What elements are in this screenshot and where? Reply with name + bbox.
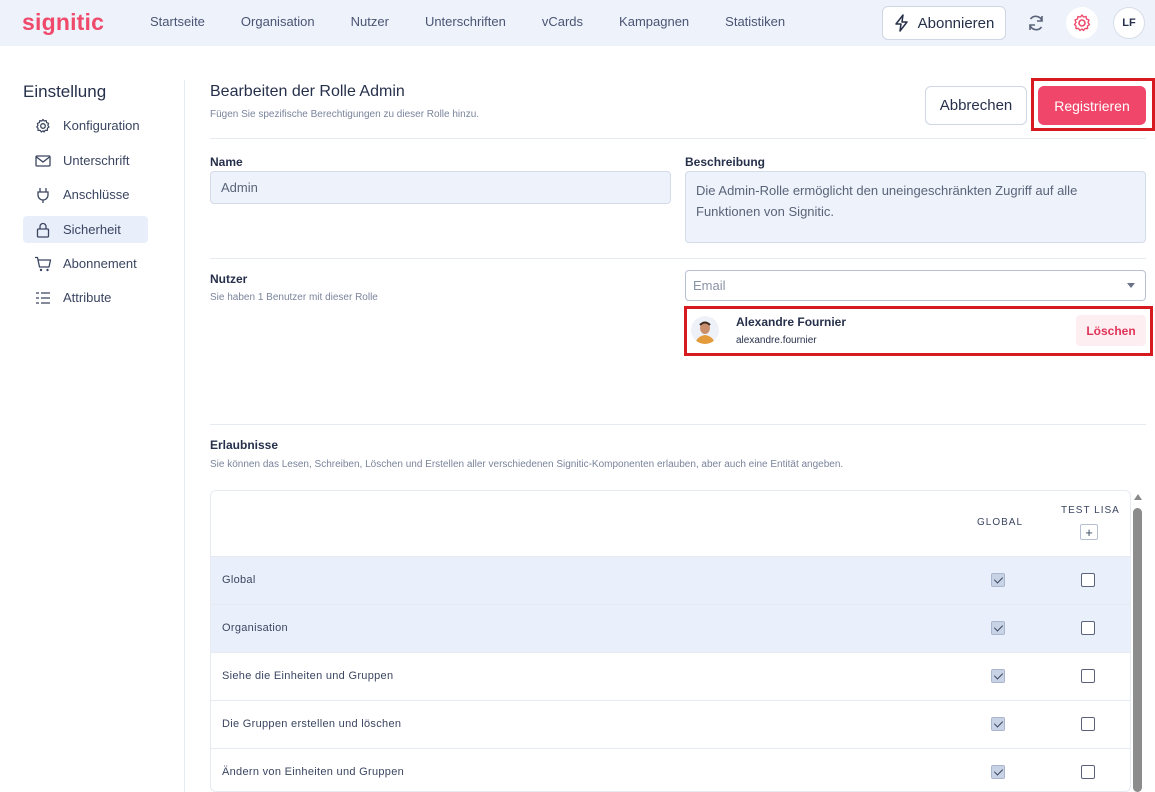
nav-statistiken[interactable]: Statistiken	[725, 14, 785, 29]
subscribe-label: Abonnieren	[917, 14, 995, 32]
row-label: Ändern von Einheiten und Gruppen	[222, 766, 405, 778]
table-header: GLOBAL TEST LISA +	[211, 491, 1130, 557]
nav-kampagnen[interactable]: Kampagnen	[619, 14, 689, 29]
header-divider	[210, 138, 1146, 139]
subscribe-button[interactable]: Abonnieren	[882, 6, 1006, 40]
users-label: Nutzer	[210, 272, 248, 286]
settings-button[interactable]	[1066, 7, 1098, 39]
sidebar-item-label: Unterschrift	[63, 153, 130, 168]
lightning-icon	[894, 14, 908, 32]
name-field[interactable]: Admin	[210, 171, 671, 204]
row-label: Organisation	[222, 622, 288, 634]
users-note: Sie haben 1 Benutzer mit dieser Rolle	[210, 292, 378, 303]
description-field[interactable]: Die Admin-Rolle ermöglicht den uneingesc…	[685, 171, 1146, 243]
column-global: GLOBAL	[977, 517, 1024, 528]
nav-unterschriften[interactable]: Unterschriften	[425, 14, 506, 29]
email-select-input[interactable]: Email	[685, 270, 1146, 301]
user-name: Alexandre Fournier	[736, 315, 847, 329]
register-button[interactable]: Registrieren	[1038, 86, 1146, 125]
global-checkbox[interactable]	[991, 669, 1005, 683]
email-placeholder: Email	[693, 278, 726, 293]
form-divider	[210, 258, 1146, 259]
table-row: Die Gruppen erstellen und löschen	[211, 701, 1130, 749]
permissions-table: GLOBAL TEST LISA + Global Organisation S…	[210, 490, 1131, 792]
sidebar-item-label: Anschlüsse	[63, 187, 130, 202]
table-row: Siehe die Einheiten und Gruppen	[211, 653, 1130, 701]
row-label: Siehe die Einheiten und Gruppen	[222, 670, 394, 682]
lock-icon	[23, 222, 63, 238]
test-lisa-checkbox[interactable]	[1081, 621, 1095, 635]
mail-icon	[23, 154, 63, 168]
row-label: Global	[222, 574, 256, 586]
permissions-note: Sie können das Lesen, Schreiben, Löschen…	[210, 459, 844, 470]
column-test-lisa: TEST LISA	[1061, 505, 1120, 516]
page-title: Bearbeiten der Rolle Admin	[210, 83, 405, 100]
test-lisa-checkbox[interactable]	[1081, 669, 1095, 683]
delete-user-button[interactable]: Löschen	[1076, 315, 1146, 346]
cart-icon	[23, 256, 63, 272]
add-entity-button[interactable]: +	[1080, 524, 1098, 540]
sidebar-item-label: Sicherheit	[63, 222, 121, 237]
table-row: Global	[211, 557, 1130, 605]
global-checkbox[interactable]	[991, 621, 1005, 635]
sidebar-item-anschluesse[interactable]: Anschlüsse	[23, 181, 148, 208]
gear-icon	[1073, 14, 1091, 32]
test-lisa-checkbox[interactable]	[1081, 573, 1095, 587]
page-subtitle: Fügen Sie spezifische Berechtigungen zu …	[210, 109, 480, 120]
scroll-thumb[interactable]	[1133, 508, 1142, 792]
chevron-down-icon[interactable]	[1127, 283, 1135, 288]
nav-vcards[interactable]: vCards	[542, 14, 583, 29]
user-avatar[interactable]: LF	[1113, 7, 1145, 39]
table-row: Ändern von Einheiten und Gruppen	[211, 749, 1130, 791]
sidebar-item-label: Konfiguration	[63, 118, 140, 133]
name-label: Name	[210, 155, 243, 169]
sidebar-item-abonnement[interactable]: Abonnement	[23, 250, 148, 277]
sidebar-divider	[184, 80, 185, 792]
signitic-logo[interactable]: signitic	[22, 9, 104, 36]
global-checkbox[interactable]	[991, 765, 1005, 779]
main-nav: Startseite Organisation Nutzer Unterschr…	[150, 14, 821, 29]
permissions-label: Erlaubnisse	[210, 438, 279, 452]
refresh-icon	[1029, 15, 1043, 31]
list-icon	[23, 291, 63, 305]
nav-startseite[interactable]: Startseite	[150, 14, 205, 29]
global-checkbox[interactable]	[991, 717, 1005, 731]
nav-nutzer[interactable]: Nutzer	[351, 14, 389, 29]
table-row: Organisation	[211, 605, 1130, 653]
users-divider	[210, 424, 1146, 425]
table-scrollbar[interactable]	[1133, 494, 1142, 792]
sidebar-item-label: Attribute	[63, 290, 112, 305]
sidebar-item-sicherheit[interactable]: Sicherheit	[23, 216, 148, 243]
refresh-button[interactable]	[1020, 7, 1052, 39]
plug-icon	[23, 187, 63, 203]
sidebar-item-unterschrift[interactable]: Unterschrift	[23, 147, 148, 174]
scroll-up-arrow-icon[interactable]	[1134, 494, 1142, 500]
test-lisa-checkbox[interactable]	[1081, 717, 1095, 731]
test-lisa-checkbox[interactable]	[1081, 765, 1095, 779]
global-checkbox[interactable]	[991, 573, 1005, 587]
nav-organisation[interactable]: Organisation	[241, 14, 315, 29]
cancel-button[interactable]: Abbrechen	[925, 86, 1027, 125]
gear-icon	[23, 118, 63, 134]
top-navigation-bar: signitic Startseite Organisation Nutzer …	[0, 0, 1155, 46]
sidebar-item-konfiguration[interactable]: Konfiguration	[23, 112, 148, 139]
description-label: Beschreibung	[685, 155, 766, 169]
sidebar-item-label: Abonnement	[63, 256, 137, 271]
user-photo	[691, 316, 719, 344]
row-label: Die Gruppen erstellen und löschen	[222, 718, 402, 730]
user-email: alexandre.fournier	[736, 335, 817, 346]
sidebar-title: Einstellung	[23, 82, 107, 101]
sidebar-item-attribute[interactable]: Attribute	[23, 284, 148, 311]
